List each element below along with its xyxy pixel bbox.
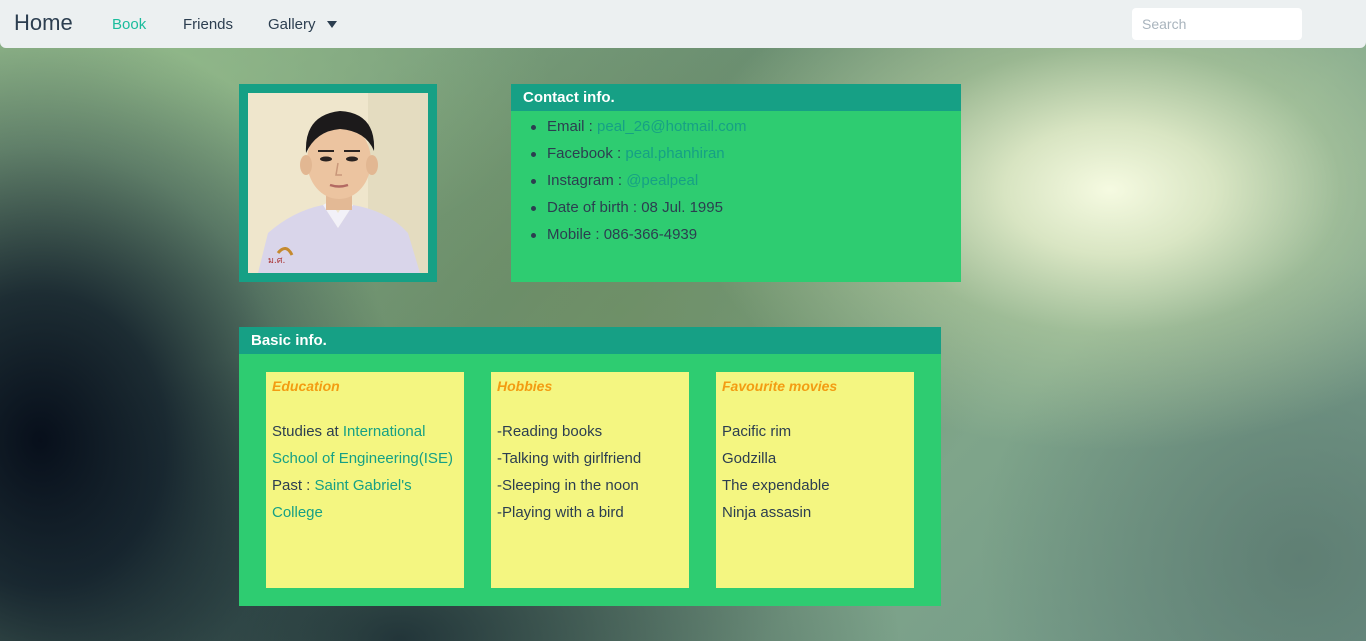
contact-email-label: Email : <box>547 118 598 135</box>
contact-birth-item: Date of birth : 08 Jul. 1995 <box>529 194 961 221</box>
profile-photo-frame: ม.ศ. <box>239 84 437 282</box>
hobbies-title: Hobbies <box>497 378 553 394</box>
education-past-prefix: Past : <box>272 477 315 494</box>
contact-mobile-item: Mobile : 086-366-4939 <box>529 221 961 248</box>
hobbies-card: Hobbies -Reading books -Talking with gir… <box>491 372 689 588</box>
hobby-item: -Sleeping in the noon <box>497 477 639 494</box>
contact-instagram-label: Instagram : <box>547 172 627 189</box>
brand-home-link[interactable]: Home <box>14 10 73 36</box>
movies-title: Favourite movies <box>722 378 838 394</box>
education-body: Studies at International School of Engin… <box>272 418 458 526</box>
education-school-link-part1[interactable]: International <box>343 423 426 440</box>
contact-instagram-link[interactable]: @pealpeal <box>626 172 698 189</box>
movie-item: Godzilla <box>722 450 777 467</box>
svg-text:ม.ศ.: ม.ศ. <box>268 256 285 266</box>
profile-photo-illustration: ม.ศ. <box>248 93 428 273</box>
hobby-item: -Playing with a bird <box>497 504 624 521</box>
contact-instagram-item: Instagram : @pealpeal <box>529 167 961 194</box>
contact-email-item: Email : peal_26@hotmail.com <box>529 113 961 140</box>
hobbies-body: -Reading books -Talking with girlfriend … <box>497 418 683 526</box>
profile-photo: ม.ศ. <box>248 93 428 273</box>
nav-friends-link[interactable]: Friends <box>183 16 233 33</box>
contact-birth-label: Date of birth : <box>547 199 642 216</box>
education-studies-line1: Studies at International <box>272 418 458 445</box>
movies-card: Favourite movies Pacific rim Godzilla Th… <box>716 372 914 588</box>
contact-mobile-value: 086-366-4939 <box>603 226 698 243</box>
search-input[interactable] <box>1132 8 1302 40</box>
movies-body: Pacific rim Godzilla The expendable Ninj… <box>722 418 908 526</box>
nav-book-link[interactable]: Book <box>112 16 146 33</box>
contact-info-panel: Contact info. Email : peal_26@hotmail.co… <box>511 84 961 282</box>
hobby-item: -Reading books <box>497 423 603 440</box>
caret-down-icon[interactable] <box>327 21 337 28</box>
movie-item: Pacific rim <box>722 423 792 440</box>
education-past-link-part1[interactable]: Saint Gabriel's <box>315 477 412 494</box>
education-title: Education <box>272 378 340 394</box>
education-past-link-part2[interactable]: College <box>272 499 458 526</box>
contact-facebook-item: Facebook : peal.phanhiran <box>529 140 961 167</box>
contact-birth-value: 08 Jul. 1995 <box>641 199 723 216</box>
hobby-item: -Talking with girlfriend <box>497 450 642 467</box>
education-school-link-part2[interactable]: School of Engineering(ISE) <box>272 445 458 472</box>
contact-mobile-label: Mobile : <box>547 226 604 243</box>
contact-list: Email : peal_26@hotmail.com Facebook : p… <box>511 111 961 248</box>
contact-facebook-link[interactable]: peal.phanhiran <box>625 145 724 162</box>
contact-facebook-label: Facebook : <box>547 145 626 162</box>
basic-info-panel: Basic info. Education Studies at Interna… <box>239 327 941 606</box>
education-studies-prefix: Studies at <box>272 423 343 440</box>
nav-gallery-link[interactable]: Gallery <box>268 16 316 33</box>
basic-info-title: Basic info. <box>239 327 941 354</box>
contact-email-link[interactable]: peal_26@hotmail.com <box>597 118 746 135</box>
contact-info-title: Contact info. <box>511 84 961 111</box>
movie-item: Ninja assasin <box>722 504 812 521</box>
education-card: Education Studies at International Schoo… <box>266 372 464 588</box>
education-past-line1: Past : Saint Gabriel's <box>272 472 458 499</box>
movie-item: The expendable <box>722 477 830 494</box>
navbar: Home Book Friends Gallery <box>0 0 1366 48</box>
